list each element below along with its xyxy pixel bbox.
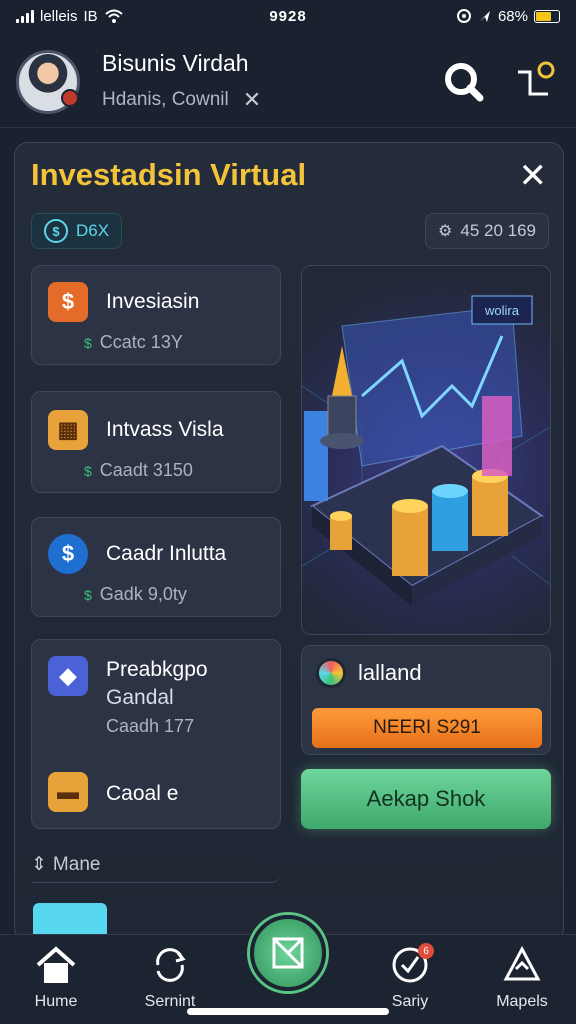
- dollar-icon: $: [84, 462, 92, 479]
- expand-icon: ⇕: [31, 854, 47, 875]
- user-name: Bisunis Virdah: [102, 50, 249, 76]
- investment-card-3[interactable]: $ Caadr Inlutta $ Gadk 9,0ty: [31, 517, 281, 617]
- stats-chip[interactable]: ⚙ 45 20 169: [425, 213, 549, 249]
- card-title: Invesiasin: [106, 290, 200, 313]
- notification-button[interactable]: [508, 56, 560, 108]
- globe-icon: [316, 658, 346, 688]
- stats-value: 45 20 169: [460, 221, 536, 240]
- signal-icon: [16, 9, 34, 23]
- search-icon: [445, 62, 484, 101]
- tab-mapels[interactable]: Mapels: [474, 945, 570, 1011]
- tab-sariy[interactable]: 6 Sariy: [362, 943, 458, 1011]
- investment-card-2[interactable]: ▦ Intvass Visla $ Caadt 3150: [31, 391, 281, 493]
- notification-bell-icon: [518, 61, 555, 95]
- card-title: Preabkgpo: [106, 658, 208, 681]
- more-label: Mane: [52, 853, 101, 875]
- wifi-icon: [105, 9, 123, 23]
- home-icon: [36, 946, 76, 983]
- card-subtitle: Ccatc 13Y: [99, 332, 183, 352]
- center-action-button[interactable]: [250, 915, 326, 991]
- shield-icon: $: [48, 282, 88, 322]
- dollar-icon: $: [84, 586, 92, 603]
- tab-home[interactable]: Hume: [8, 945, 104, 1011]
- alarm-icon: [456, 9, 471, 23]
- dollar-coin-icon: $: [44, 219, 68, 243]
- network-label: IB: [83, 7, 98, 25]
- card-title-line2: Gandal: [106, 686, 174, 709]
- battery-percent: 68%: [497, 7, 528, 25]
- hero-tag: wolira: [484, 303, 520, 318]
- notification-badge: 6: [418, 943, 434, 959]
- investment-card-4[interactable]: ◆ Preabkgpo Gandal Caadh 177 ▬ Caoal e: [31, 639, 281, 829]
- recycle-icon: [503, 945, 541, 981]
- tab-label: Hume: [34, 993, 78, 1010]
- tab-label: Mapels: [496, 993, 548, 1010]
- profile-header: Bisunis Virdah Hdanis, Cownil ✕: [0, 36, 576, 128]
- refresh-icon: [156, 948, 186, 982]
- carrier-label: lelleis: [40, 7, 78, 25]
- card-subtitle: Caadt 3150: [99, 460, 193, 480]
- dollar-icon: $: [84, 334, 92, 351]
- close-small-icon[interactable]: ✕: [243, 87, 261, 113]
- card-title: Caadr Inlutta: [106, 542, 227, 565]
- card-subtitle: Caadh 177: [106, 716, 195, 736]
- battery-icon: [534, 9, 560, 23]
- status-bar: lelleis IB 9928 68%: [0, 0, 576, 32]
- balance-value: D6X: [76, 221, 110, 240]
- investment-panel: Investadsin Virtual ✕ $ D6X ⚙ 45 20 169 …: [14, 142, 564, 943]
- tab-label: Sariy: [391, 993, 429, 1010]
- holland-label: lalland: [358, 660, 422, 685]
- more-row[interactable]: ⇕ Mane: [31, 847, 281, 883]
- layers-icon: ◆: [48, 656, 88, 696]
- location-arrow-icon: [479, 11, 490, 22]
- tab-sernint[interactable]: Sernint: [122, 945, 218, 1011]
- gold-bar-icon: ▬: [48, 772, 88, 812]
- avatar[interactable]: [16, 49, 80, 114]
- neer-button[interactable]: NEERI S291: [312, 708, 542, 748]
- card-subtitle: Gadk 9,0ty: [99, 584, 187, 604]
- flag-badge-icon: [61, 88, 79, 107]
- box-icon: ▦: [48, 410, 88, 450]
- action-button[interactable]: Aekap Shok: [301, 769, 551, 829]
- card-title: Caoal e: [106, 782, 179, 805]
- investment-illustration: wolira: [301, 265, 551, 635]
- search-button[interactable]: [438, 56, 490, 108]
- status-time: 9928: [269, 7, 307, 25]
- laptop-coins-illustration: wolira: [302, 295, 550, 606]
- gauge-icon: ⚙: [438, 223, 453, 240]
- user-subtitle: Hdanis, Cownil: [102, 89, 229, 110]
- close-icon[interactable]: ✕: [519, 159, 548, 193]
- holland-card[interactable]: lalland NEERI S291: [301, 645, 551, 755]
- investment-card-1[interactable]: $ Invesiasin $ Ccatc 13Y: [31, 265, 281, 365]
- home-indicator[interactable]: [187, 1008, 389, 1015]
- balance-chip[interactable]: $ D6X: [31, 213, 123, 249]
- panel-title: Investadsin Virtual: [31, 157, 307, 192]
- card-title: Intvass Visla: [106, 418, 224, 441]
- center-action-icon: [272, 937, 304, 969]
- coin-gear-icon: $: [48, 534, 88, 574]
